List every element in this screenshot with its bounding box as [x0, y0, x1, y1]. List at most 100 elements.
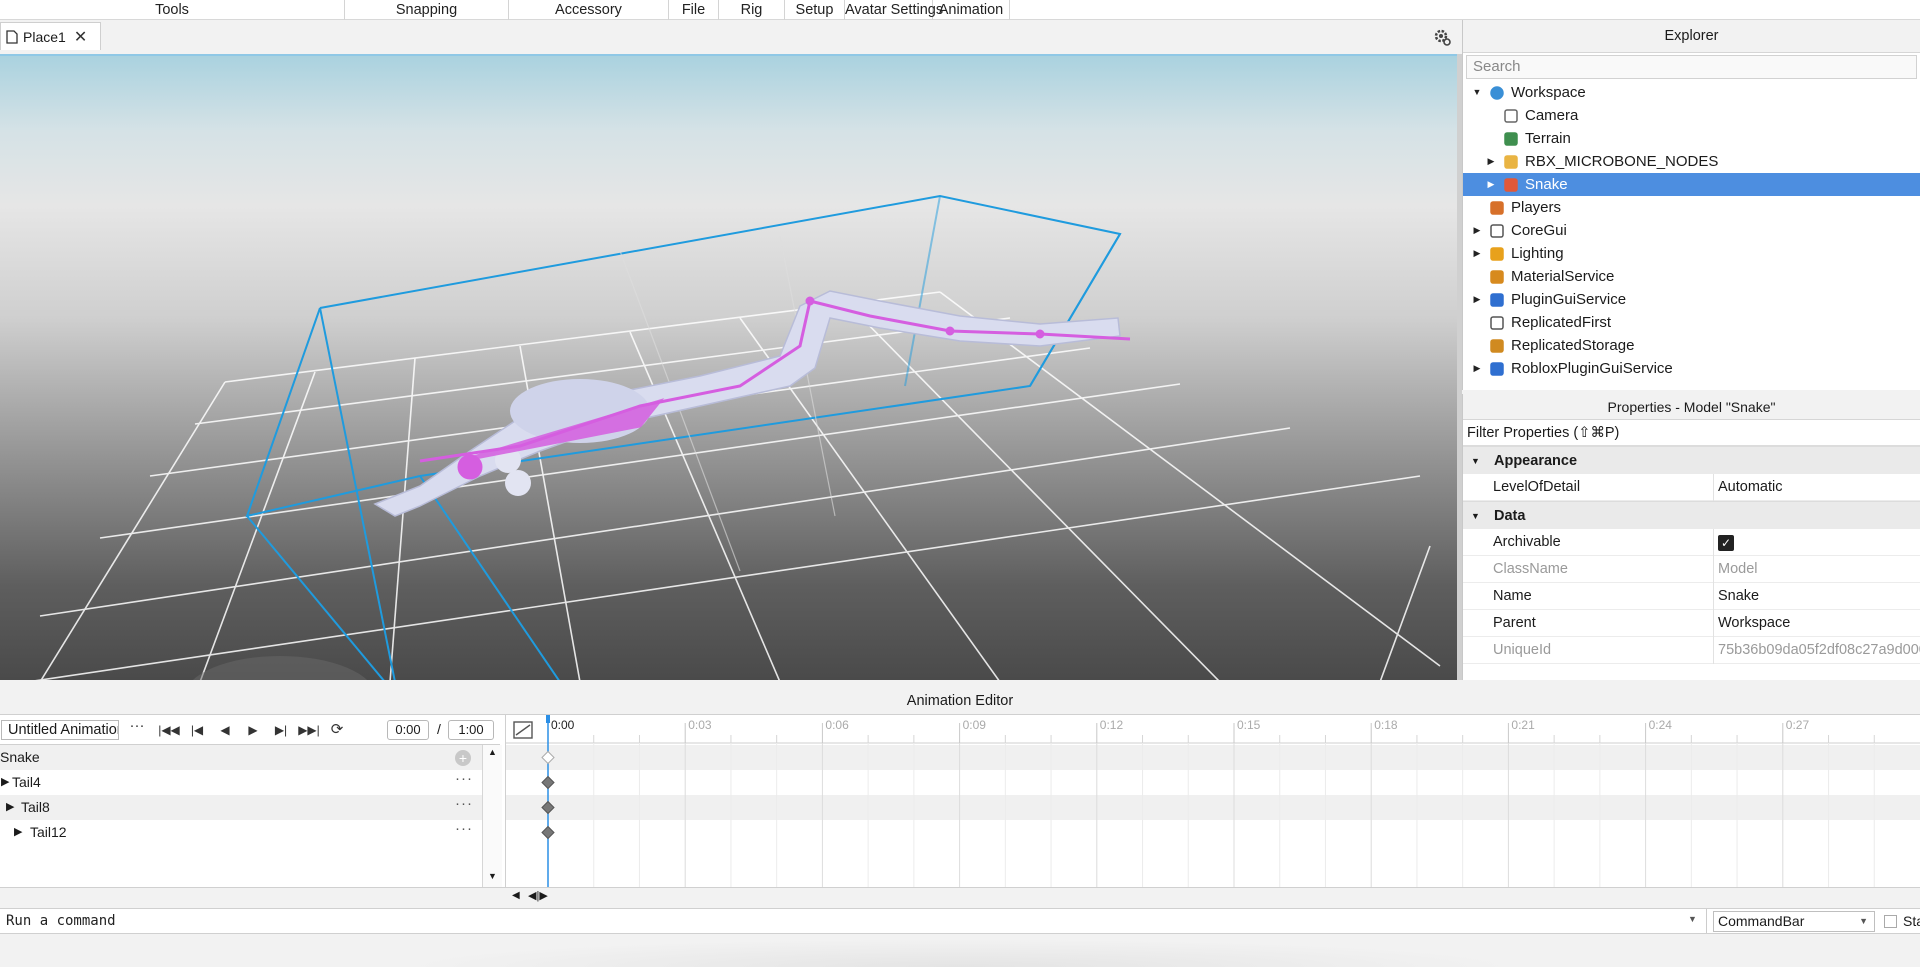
previous-keyframe-icon[interactable]: |◀	[186, 720, 208, 740]
ribbon-tab-accessory[interactable]: Accessory	[509, 0, 669, 20]
explorer-item-replicatedstorage[interactable]: ReplicatedStorage	[1463, 334, 1920, 357]
track-row-tail8[interactable]: ▶ Tail8 ···	[0, 795, 482, 820]
chevron-right-icon[interactable]: ▶	[1471, 288, 1483, 311]
timeline-row-band	[506, 795, 1920, 820]
filter-properties-input[interactable]: Filter Properties (⇧⌘P)	[1463, 420, 1920, 446]
explorer-item-terrain[interactable]: Terrain	[1463, 127, 1920, 150]
skip-to-start-icon[interactable]: |◀◀	[158, 720, 180, 740]
property-row-levelofdetail[interactable]: LevelOfDetail Automatic	[1463, 474, 1920, 501]
zoom-handle-icon[interactable]: ◀|▶	[528, 889, 548, 902]
track-row-snake[interactable]: Snake +	[0, 745, 482, 770]
track-more-button[interactable]: ···	[455, 791, 473, 816]
ribbon-tab-tools[interactable]: Tools	[0, 0, 345, 20]
skip-to-end-icon[interactable]: ▶▶|	[298, 720, 320, 740]
chevron-right-icon[interactable]: ▶	[1471, 357, 1483, 380]
timeline-row-band	[506, 745, 1920, 770]
animation-name-field[interactable]: Untitled Animation	[1, 720, 119, 740]
play-reverse-icon[interactable]: ◀	[214, 720, 236, 740]
property-value[interactable]: Automatic	[1718, 474, 1782, 501]
pluginguiservice-icon	[1489, 292, 1505, 308]
expand-arrow-icon[interactable]: ▶	[1, 770, 9, 795]
time-tick-label: 0:03	[688, 718, 712, 732]
property-row-archivable[interactable]: Archivable ✓	[1463, 529, 1920, 556]
current-time-input[interactable]: 0:00	[387, 720, 429, 740]
track-row-tail12[interactable]: ▶ Tail12 ···	[0, 820, 482, 845]
expand-arrow-icon[interactable]: ▶	[14, 820, 22, 845]
command-context-select[interactable]: CommandBar ▼	[1713, 911, 1875, 932]
scroll-down-icon[interactable]: ▼	[488, 871, 497, 881]
track-row-tail4[interactable]: ▶ Tail4 ···	[0, 770, 482, 795]
explorer-item-lighting[interactable]: ▶ Lighting	[1463, 242, 1920, 265]
time-tick-label: 0:00	[551, 718, 575, 732]
ribbon-tab-snapping[interactable]: Snapping	[345, 0, 509, 20]
viewport-3d[interactable]	[0, 54, 1457, 680]
chevron-right-icon[interactable]: ▶	[1471, 219, 1483, 242]
gear-icon[interactable]	[1432, 27, 1452, 47]
timeline-canvas: 0:00 0:03 0:06 0:09 0:12 0:15 0:18 0:21 0:24 0:27	[506, 715, 1920, 887]
pluginguiservice-icon	[1489, 361, 1505, 377]
ribbon-tab-file[interactable]: File	[669, 0, 719, 20]
play-icon[interactable]: ▶	[242, 720, 264, 740]
explorer-item-robloxpluginguiservice[interactable]: ▶ RobloxPluginGuiService	[1463, 357, 1920, 380]
property-row-classname[interactable]: ClassName Model	[1463, 556, 1920, 583]
category-appearance[interactable]: ▼ Appearance	[1463, 446, 1920, 474]
explorer-item-materialservice[interactable]: MaterialService	[1463, 265, 1920, 288]
ribbon-tab-animation[interactable]: Animation	[933, 0, 1010, 20]
category-data[interactable]: ▼ Data	[1463, 501, 1920, 529]
track-more-button[interactable]: ···	[455, 816, 473, 841]
animation-more-button[interactable]: ···	[126, 716, 148, 736]
tab-place1[interactable]: Place1 ✕	[0, 22, 101, 50]
property-row-name[interactable]: Name Snake	[1463, 583, 1920, 610]
explorer-item-camera[interactable]: Camera	[1463, 104, 1920, 127]
timeline[interactable]: 0:00 0:03 0:06 0:09 0:12 0:15 0:18 0:21 0:24 0:27	[505, 715, 1920, 887]
scroll-left-icon[interactable]: ◀	[512, 890, 520, 901]
explorer-item-label: Snake	[1525, 176, 1568, 193]
properties-panel: Properties - Model "Snake" Filter Proper…	[1462, 394, 1920, 680]
explorer-item-players[interactable]: Players	[1463, 196, 1920, 219]
scroll-up-icon[interactable]: ▲	[488, 747, 497, 757]
command-input[interactable]: Run a command	[0, 909, 1707, 933]
chevron-right-icon[interactable]: ▶	[1485, 173, 1497, 196]
property-row-uniqueid[interactable]: UniqueId 75b36b09da05f2df08c27a9d0000	[1463, 637, 1920, 664]
lightbulb-icon	[1489, 246, 1505, 262]
property-value[interactable]: Snake	[1718, 583, 1759, 610]
track-more-button[interactable]: ···	[455, 766, 473, 791]
explorer-item-workspace[interactable]: ▼ Workspace	[1463, 81, 1920, 104]
end-time-input[interactable]: 1:00	[448, 720, 494, 740]
explorer-title: Explorer	[1463, 20, 1920, 53]
close-icon[interactable]: ✕	[74, 27, 87, 47]
folder-icon	[1503, 154, 1519, 170]
camera-icon	[1503, 108, 1519, 124]
chevron-down-icon[interactable]: ▼	[1471, 81, 1483, 104]
keyframe-tail4[interactable]	[541, 775, 555, 790]
chevron-down-icon[interactable]: ▼	[1688, 914, 1697, 924]
explorer-tree: ▼ Workspace Camera Terrain ▶ RBX_MICROBONE_NO…	[1463, 81, 1920, 380]
chevron-right-icon[interactable]: ▶	[1485, 150, 1497, 173]
explorer-item-pluginguiservice[interactable]: ▶ PluginGuiService	[1463, 288, 1920, 311]
explorer-item-coregui[interactable]: ▶ CoreGui	[1463, 219, 1920, 242]
property-row-parent[interactable]: Parent Workspace	[1463, 610, 1920, 637]
command-checkbox[interactable]	[1884, 915, 1897, 928]
keyframe-tail12[interactable]	[541, 825, 555, 840]
archivable-checkbox[interactable]: ✓	[1718, 535, 1734, 551]
timeline-scrollbar[interactable]: ◀ ◀|▶	[0, 887, 1920, 908]
property-value[interactable]: Workspace	[1718, 610, 1790, 637]
next-keyframe-icon[interactable]: ▶|	[270, 720, 292, 740]
baseplate-grid	[35, 291, 1441, 680]
expand-arrow-icon[interactable]: ▶	[6, 795, 14, 820]
explorer-item-label: Terrain	[1525, 130, 1571, 147]
ribbon-tab-rig[interactable]: Rig	[719, 0, 785, 20]
chevron-right-icon[interactable]: ▶	[1471, 242, 1483, 265]
animation-editor-panel: Animation Editor Untitled Animation ··· …	[0, 688, 1920, 908]
time-tick-label: 0:21	[1511, 718, 1535, 732]
add-track-button[interactable]: +	[455, 750, 471, 766]
explorer-item-snake[interactable]: ▶ Snake	[1463, 173, 1920, 196]
loop-icon[interactable]: ⟳	[326, 720, 348, 740]
ribbon-tab-avatar-settings[interactable]: Avatar Settings	[845, 0, 943, 20]
explorer-search-input[interactable]: Search	[1466, 55, 1917, 79]
ribbon-tab-setup[interactable]: Setup	[785, 0, 845, 20]
track-list-scrollbar[interactable]: ▲ ▼	[482, 745, 502, 887]
explorer-item-label: CoreGui	[1511, 222, 1567, 239]
explorer-item-rbx-microbone-nodes[interactable]: ▶ RBX_MICROBONE_NODES	[1463, 150, 1920, 173]
explorer-item-replicatedfirst[interactable]: ReplicatedFirst	[1463, 311, 1920, 334]
